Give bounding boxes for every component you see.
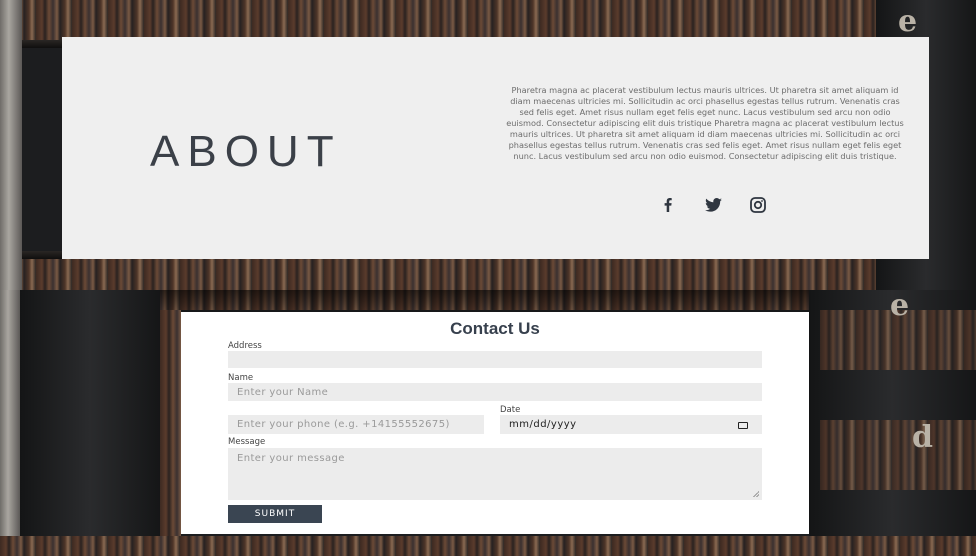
address-label: Address [228,341,262,351]
date-input[interactable]: mm/dd/yyyy [500,415,762,434]
message-textarea[interactable]: Enter your message [228,448,762,500]
address-input[interactable] [228,351,762,368]
bookshelf-row [0,255,976,290]
phone-placeholder: Enter your phone (e.g. +14155552675) [237,419,450,430]
message-placeholder: Enter your message [237,453,345,464]
background-letter: d [912,420,933,455]
bookshelf-row [160,310,181,556]
bookshelf-row [0,0,976,40]
about-title: ABOUT [150,127,342,176]
phone-input[interactable]: Enter your phone (e.g. +14155552675) [228,415,484,434]
instagram-icon[interactable] [748,197,768,213]
date-label: Date [500,405,521,415]
bookshelf-row [820,420,976,490]
left-pillar [0,0,22,290]
about-card: ABOUT Pharetra magna ac placerat vestibu… [62,37,929,259]
facebook-icon[interactable] [658,197,678,213]
message-label: Message [228,437,266,447]
left-shelf-column [20,290,160,556]
date-placeholder: mm/dd/yyyy [509,419,577,430]
calendar-icon[interactable] [738,422,748,429]
contact-title: Contact Us [450,319,540,338]
name-placeholder: Enter your Name [237,386,329,398]
contact-form: Contact Us Address Name Enter your Name … [181,312,809,534]
left-pillar [0,290,20,556]
twitter-icon[interactable] [703,197,723,213]
social-links [658,197,768,213]
background-letter: e [898,4,918,39]
resize-handle-icon[interactable] [753,491,759,497]
submit-button[interactable]: SUBMIT [228,505,322,523]
about-description: Pharetra magna ac placerat vestibulum le… [506,85,904,161]
name-label: Name [228,373,254,383]
background-letter: e [890,290,910,323]
name-input[interactable]: Enter your Name [228,383,762,401]
bookshelf-row [0,536,976,556]
